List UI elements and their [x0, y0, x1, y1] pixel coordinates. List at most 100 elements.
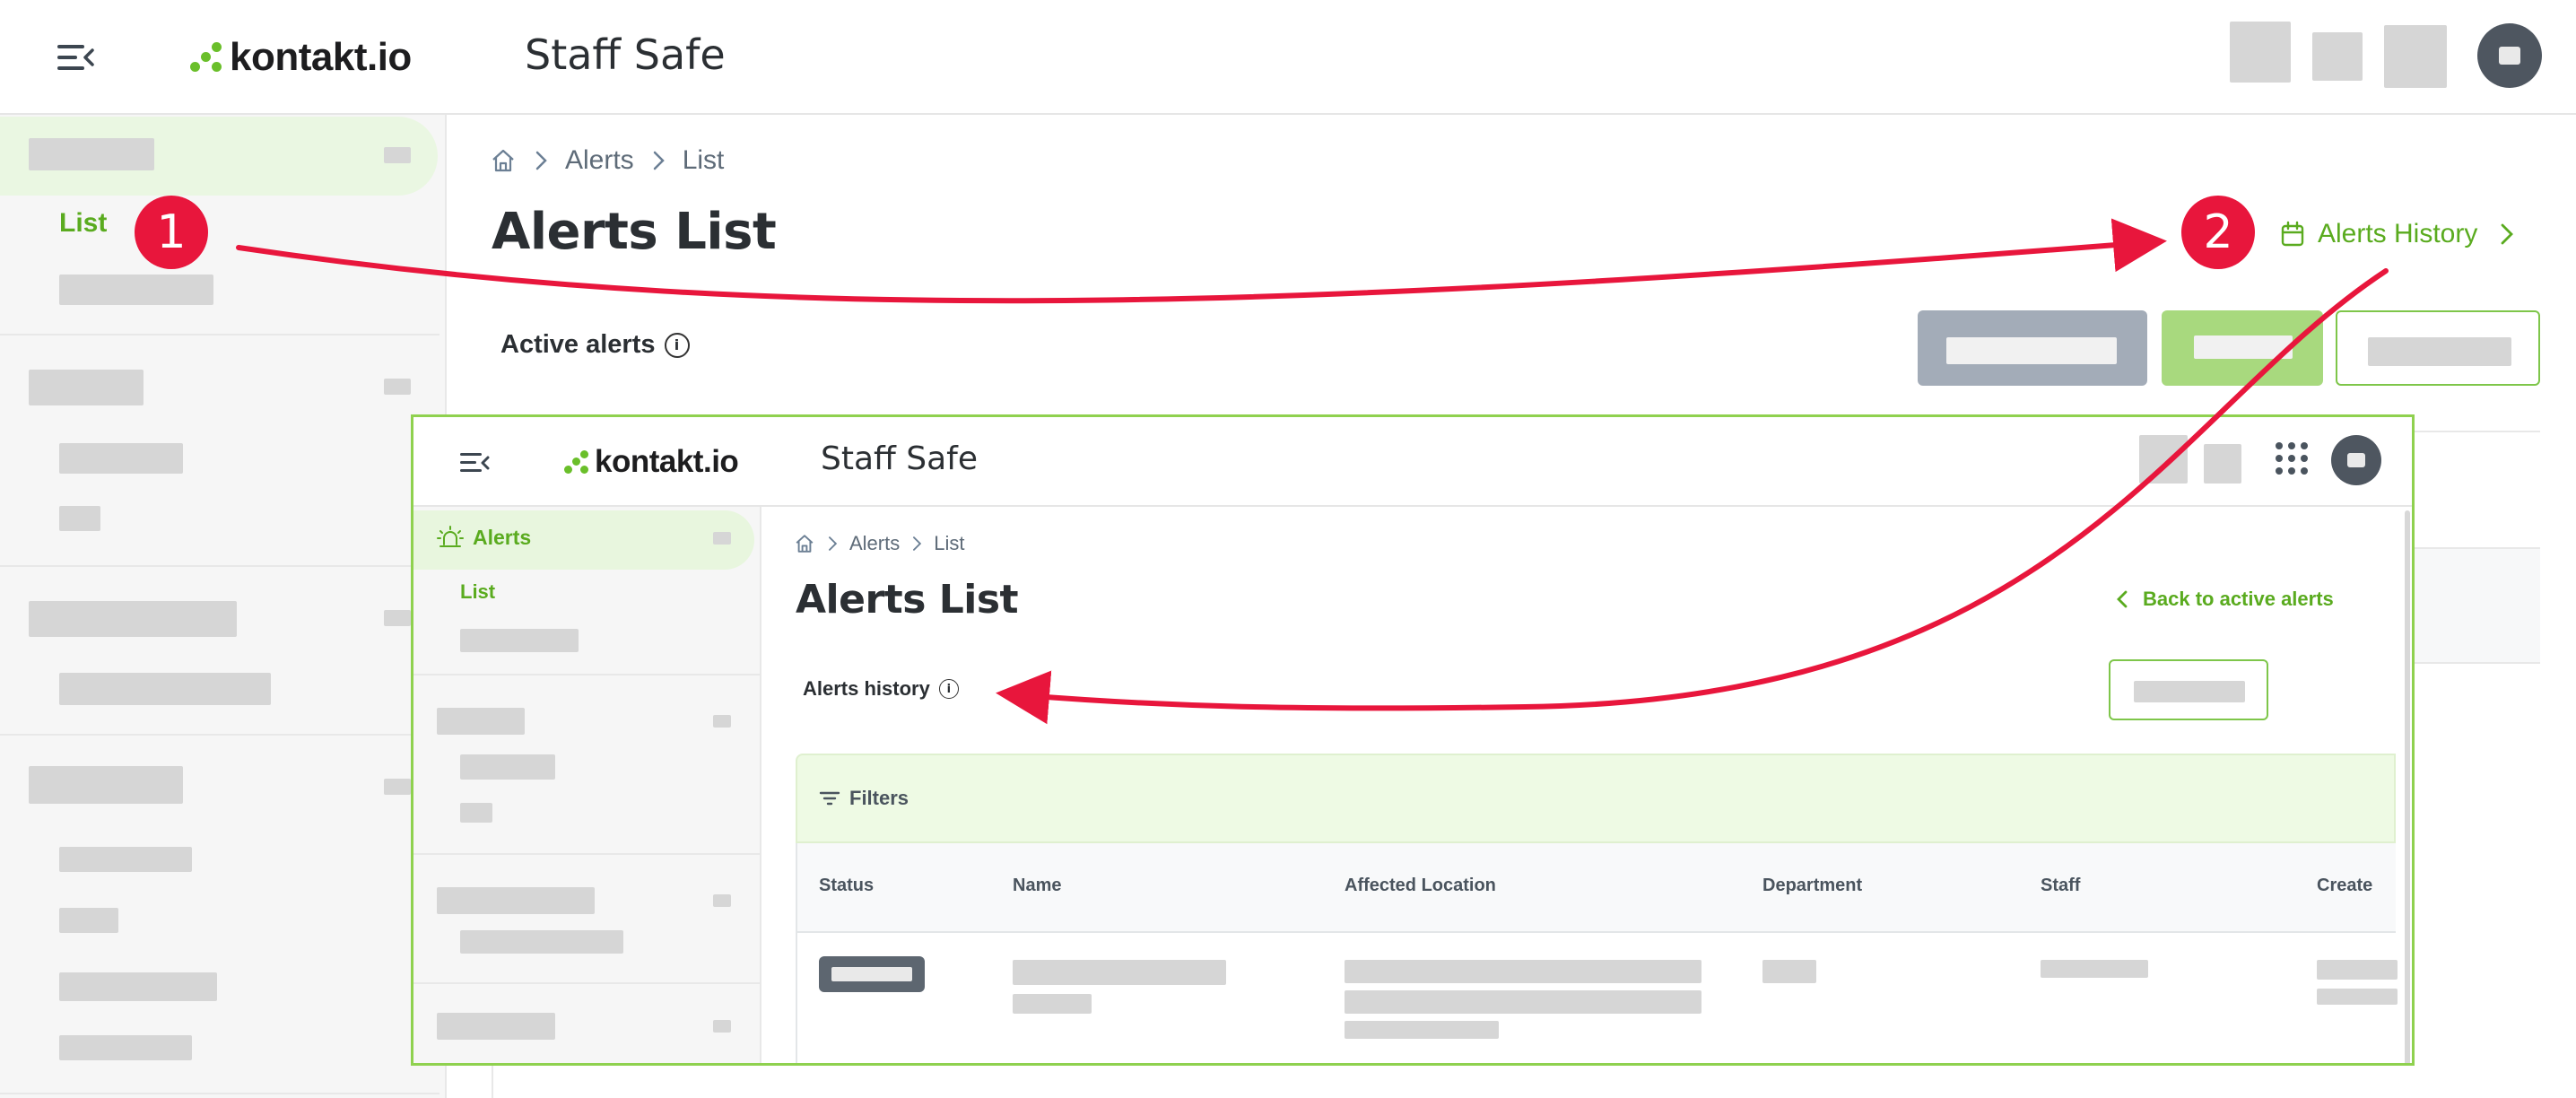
chevron-left-icon [2117, 590, 2128, 608]
inset-sidebar-alerts[interactable]: Alerts [437, 525, 531, 550]
inset-sidebar-item-2[interactable] [460, 629, 579, 652]
cell-created [2317, 960, 2398, 980]
sidebar-item-7[interactable] [59, 908, 118, 933]
inset-export-button[interactable] [2109, 659, 2268, 720]
breadcrumb: Alerts List [490, 145, 724, 176]
inset-top-bar: kontakt.io Staff Safe [413, 417, 2412, 507]
back-to-active-alerts-link[interactable]: Back to active alerts [2112, 588, 2334, 611]
chevron-right-icon [535, 151, 547, 170]
menu-collapse-icon[interactable] [460, 453, 491, 473]
filters-bar[interactable]: Filters [796, 754, 2396, 843]
logo-mark-icon [190, 42, 222, 73]
inset-sidebar-section-3[interactable] [437, 887, 595, 914]
inset-app-title: Staff Safe [821, 440, 979, 477]
table-row[interactable] [796, 933, 2398, 1063]
inset-brand-logo[interactable]: kontakt.io [564, 440, 739, 484]
sidebar-item-5[interactable] [59, 673, 271, 705]
inset-sidebar-item-5[interactable] [460, 930, 623, 954]
sidebar-section-1-toggle[interactable] [384, 147, 411, 163]
breadcrumb-alerts[interactable]: Alerts [565, 145, 634, 176]
apps-grid-icon[interactable] [2274, 440, 2310, 476]
column-header-created[interactable]: Create [2317, 876, 2372, 896]
column-header-department[interactable]: Department [1762, 876, 1862, 896]
sidebar-item-6[interactable] [59, 847, 192, 872]
cell-location-3 [1345, 1021, 1499, 1039]
inset-sidebar-item-3[interactable] [460, 754, 555, 780]
sidebar-item-4[interactable] [59, 506, 100, 531]
cell-location-2 [1345, 990, 1701, 1014]
inset-sidebar: Alerts List [413, 507, 761, 1063]
cell-name-sub [1013, 994, 1092, 1014]
column-header-affected-location[interactable]: Affected Location [1345, 876, 1496, 896]
table-header: Status Name Affected Location Department… [796, 843, 2396, 933]
inset-sidebar-section-2[interactable] [437, 708, 525, 735]
inset-sidebar-toggle[interactable] [713, 532, 731, 545]
alerts-history-link[interactable]: Alerts History [2280, 219, 2520, 249]
sidebar: List [0, 115, 447, 1098]
column-header-name[interactable]: Name [1013, 876, 1061, 896]
inset-breadcrumb: Alerts List [794, 532, 965, 555]
sidebar-section-4-label[interactable] [29, 766, 183, 804]
sidebar-section-3-label[interactable] [29, 601, 237, 637]
inset-screenshot: kontakt.io Staff Safe Alerts List Alerts… [411, 414, 2415, 1066]
cell-department [1762, 960, 1816, 983]
logo-mark-icon [564, 449, 589, 475]
sidebar-item-3[interactable] [59, 443, 183, 474]
cell-staff [2041, 960, 2148, 978]
header-action-3[interactable] [2384, 25, 2447, 88]
inset-header-action-1[interactable] [2139, 435, 2188, 484]
info-icon[interactable]: i [664, 332, 690, 358]
avatar[interactable] [2331, 435, 2381, 485]
chevron-right-icon [2501, 223, 2514, 245]
chevron-right-icon [828, 536, 838, 551]
inset-breadcrumb-list[interactable]: List [934, 532, 964, 555]
divider [0, 565, 439, 567]
inset-sidebar-toggle[interactable] [713, 715, 731, 728]
inset-sidebar-toggle[interactable] [713, 1020, 731, 1033]
toolbar-button-3[interactable] [2336, 310, 2540, 386]
inset-sidebar-item-4[interactable] [460, 803, 492, 823]
status-badge [819, 956, 925, 992]
content-left-border [492, 1066, 493, 1098]
sidebar-section-2-toggle[interactable] [384, 379, 411, 395]
info-icon[interactable]: i [938, 679, 959, 699]
inset-sidebar-section-4[interactable] [437, 1013, 555, 1040]
brand-name: kontakt.io [595, 444, 739, 479]
breadcrumb-list[interactable]: List [683, 145, 725, 176]
brand-logo[interactable]: kontakt.io [190, 30, 412, 84]
filters-label: Filters [849, 787, 909, 809]
top-bar: kontakt.io Staff Safe [0, 0, 2576, 115]
sidebar-section-4-toggle[interactable] [384, 779, 411, 795]
filter-icon [819, 791, 840, 806]
sidebar-item-8[interactable] [59, 972, 217, 1001]
page-title: Alerts List [492, 203, 777, 261]
column-header-status[interactable]: Status [819, 876, 874, 896]
header-action-1[interactable] [2230, 22, 2291, 83]
brand-name: kontakt.io [230, 35, 412, 79]
home-icon[interactable] [490, 147, 517, 174]
annotation-step-2: 2 [2181, 196, 2255, 269]
cell-name [1013, 960, 1226, 985]
inset-header-action-2[interactable] [2204, 444, 2241, 484]
inset-sidebar-toggle[interactable] [713, 894, 731, 907]
sidebar-item-list[interactable]: List [59, 208, 107, 239]
menu-collapse-icon[interactable] [57, 45, 94, 70]
inset-breadcrumb-alerts[interactable]: Alerts [849, 532, 900, 555]
section-title: Active alerts i [500, 330, 690, 360]
sidebar-item-2[interactable] [59, 274, 213, 305]
home-icon[interactable] [794, 533, 815, 554]
sidebar-section-2-label[interactable] [29, 370, 144, 405]
header-action-2[interactable] [2312, 32, 2363, 81]
sidebar-section-3-toggle[interactable] [384, 610, 411, 626]
app-title: Staff Safe [525, 30, 726, 79]
inset-sidebar-item-list[interactable]: List [460, 580, 495, 604]
column-header-staff[interactable]: Staff [2041, 876, 2080, 896]
toolbar-button-2[interactable] [2162, 310, 2323, 386]
sidebar-item-9[interactable] [59, 1035, 192, 1060]
inset-page-title: Alerts List [796, 577, 1019, 623]
toolbar-button-1[interactable] [1918, 310, 2147, 386]
divider [0, 1093, 439, 1094]
inset-scrollbar[interactable] [2405, 510, 2410, 1063]
avatar[interactable] [2477, 23, 2542, 88]
sidebar-section-1-label[interactable] [29, 138, 154, 170]
